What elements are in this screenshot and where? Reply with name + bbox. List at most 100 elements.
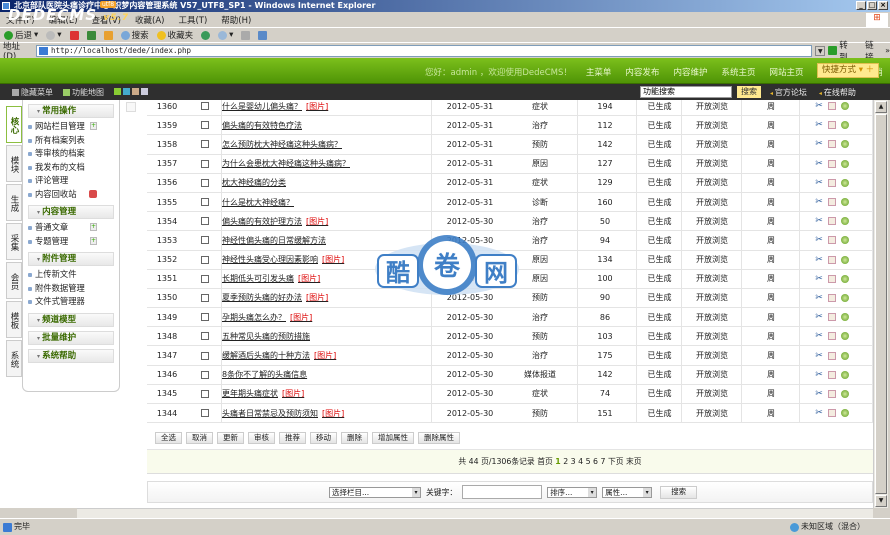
sidebar-item[interactable]: 我发布的文档: [23, 161, 119, 175]
sidebar-section-header[interactable]: 批量维护: [28, 330, 114, 345]
preview-icon[interactable]: ✂: [815, 159, 823, 168]
skin-switcher[interactable]: [114, 87, 150, 98]
edit-icon[interactable]: [828, 102, 836, 111]
scroll-up-button[interactable]: ▲: [875, 101, 887, 113]
edit-icon[interactable]: [828, 236, 836, 245]
edit-button[interactable]: [258, 30, 268, 40]
article-category[interactable]: 预防: [507, 331, 573, 342]
skin-brown-icon[interactable]: [132, 88, 139, 95]
view-icon[interactable]: [841, 255, 849, 264]
edit-icon[interactable]: [828, 159, 836, 168]
article-category[interactable]: 症状: [507, 388, 573, 399]
sidebar-toggle[interactable]: [126, 102, 136, 112]
edit-icon[interactable]: [828, 389, 836, 398]
view-icon[interactable]: [841, 121, 849, 130]
horizontal-scrollbar[interactable]: [77, 508, 873, 518]
menu-item[interactable]: 工具(T): [178, 14, 207, 26]
view-icon[interactable]: [841, 236, 849, 245]
stop-button[interactable]: [69, 30, 79, 40]
module-tab[interactable]: 采集: [6, 223, 22, 260]
sidebar-item[interactable]: 文件式管理器: [23, 295, 119, 309]
last-page-link[interactable]: 末页: [626, 457, 642, 466]
history-button[interactable]: [201, 30, 211, 40]
row-checkbox[interactable]: [201, 351, 209, 360]
sidebar-item[interactable]: 内容回收站: [23, 188, 119, 202]
article-title-link[interactable]: 长期低头可引发头痛 [图片]: [222, 273, 320, 284]
scroll-thumb[interactable]: [875, 114, 887, 494]
row-checkbox[interactable]: [201, 409, 209, 418]
favorites-button[interactable]: 收藏夹: [156, 29, 193, 41]
view-icon[interactable]: [841, 159, 849, 168]
preview-icon[interactable]: ✂: [815, 217, 823, 226]
next-page-link[interactable]: 下页: [608, 457, 624, 466]
article-title-link[interactable]: 神经性偏头痛的日常缓解方法: [222, 235, 326, 246]
edit-icon[interactable]: [828, 274, 836, 283]
view-icon[interactable]: [841, 140, 849, 149]
row-checkbox[interactable]: [201, 370, 209, 379]
module-tab[interactable]: 系统: [6, 340, 22, 377]
article-title-link[interactable]: 神经性头痛受心理因素影响 [图片]: [222, 254, 344, 265]
skin-gray-icon[interactable]: [141, 88, 148, 95]
sidebar-item[interactable]: 评论管理: [23, 174, 119, 188]
module-tab[interactable]: 会员: [6, 262, 22, 299]
row-checkbox[interactable]: [201, 293, 209, 302]
sidebar-section-header[interactable]: 频道模型: [28, 312, 114, 327]
sidebar-item[interactable]: 所有档案列表: [23, 134, 119, 148]
article-category[interactable]: 预防: [507, 408, 573, 419]
skin-green-icon[interactable]: [114, 88, 121, 95]
sidebar-item[interactable]: 专题管理 +: [23, 235, 119, 249]
article-title-link[interactable]: 偏头痛的有效特色疗法: [222, 120, 302, 131]
function-search-button[interactable]: 搜索: [737, 86, 761, 98]
preview-icon[interactable]: ✂: [815, 102, 823, 111]
skin-blue-icon[interactable]: [123, 88, 130, 95]
attribute-select[interactable]: 属性...: [602, 486, 653, 498]
page-link[interactable]: 4: [578, 457, 583, 466]
edit-icon[interactable]: [828, 332, 836, 341]
refresh-button[interactable]: [86, 30, 96, 40]
page-link[interactable]: 1: [555, 457, 560, 466]
preview-icon[interactable]: ✂: [815, 198, 823, 207]
close-button[interactable]: ×: [878, 1, 888, 10]
edit-icon[interactable]: [828, 293, 836, 302]
top-nav-item[interactable]: 系统主页: [721, 66, 755, 78]
preview-icon[interactable]: ✂: [815, 236, 823, 245]
article-category[interactable]: 原因: [507, 158, 573, 169]
edit-icon[interactable]: [828, 313, 836, 322]
sitemap-button[interactable]: 功能地图: [63, 87, 104, 98]
row-checkbox[interactable]: [201, 332, 209, 341]
add-icon[interactable]: +: [90, 223, 97, 231]
batch-action-button[interactable]: 推荐: [279, 431, 306, 444]
edit-icon[interactable]: [828, 121, 836, 130]
article-title-link[interactable]: 什么是枕大神经痛？: [222, 197, 294, 208]
row-checkbox[interactable]: [201, 255, 209, 264]
view-icon[interactable]: [841, 370, 849, 379]
view-icon[interactable]: [841, 409, 849, 418]
forward-button[interactable]: ▾: [46, 30, 62, 40]
article-title-link[interactable]: 头痛者日常禁忌及预防须知 [图片]: [222, 408, 344, 419]
preview-icon[interactable]: ✂: [815, 351, 823, 360]
help-link[interactable]: 在线帮助: [819, 87, 856, 98]
article-title-link[interactable]: 五种常见头痛的预防措施: [222, 331, 310, 342]
page-link[interactable]: 5: [586, 457, 591, 466]
page-link[interactable]: 3: [571, 457, 576, 466]
view-icon[interactable]: [841, 351, 849, 360]
article-title-link[interactable]: 枕大神经痛的分类: [222, 177, 286, 188]
module-tab[interactable]: 核心: [6, 106, 22, 143]
article-category[interactable]: 治疗: [507, 216, 573, 227]
article-category[interactable]: 治疗: [507, 312, 573, 323]
menu-item[interactable]: 帮助(H): [221, 14, 251, 26]
batch-action-button[interactable]: 删除属性: [418, 431, 460, 444]
preview-icon[interactable]: ✂: [815, 409, 823, 418]
first-page-link[interactable]: 首页: [537, 457, 553, 466]
view-icon[interactable]: [841, 313, 849, 322]
sidebar-item[interactable]: 上传新文件: [23, 268, 119, 282]
article-title-link[interactable]: 什么是婴幼儿偏头痛？ [图片]: [222, 101, 328, 112]
row-checkbox[interactable]: [201, 217, 209, 226]
view-icon[interactable]: [841, 293, 849, 302]
preview-icon[interactable]: ✂: [815, 255, 823, 264]
view-icon[interactable]: [841, 102, 849, 111]
hide-menu-button[interactable]: 隐藏菜单: [12, 87, 53, 98]
article-title-link[interactable]: 怎么预防枕大神经痛这种头痛病？: [222, 139, 342, 150]
row-checkbox[interactable]: [201, 178, 209, 187]
search-submit-button[interactable]: 搜索: [660, 485, 698, 499]
